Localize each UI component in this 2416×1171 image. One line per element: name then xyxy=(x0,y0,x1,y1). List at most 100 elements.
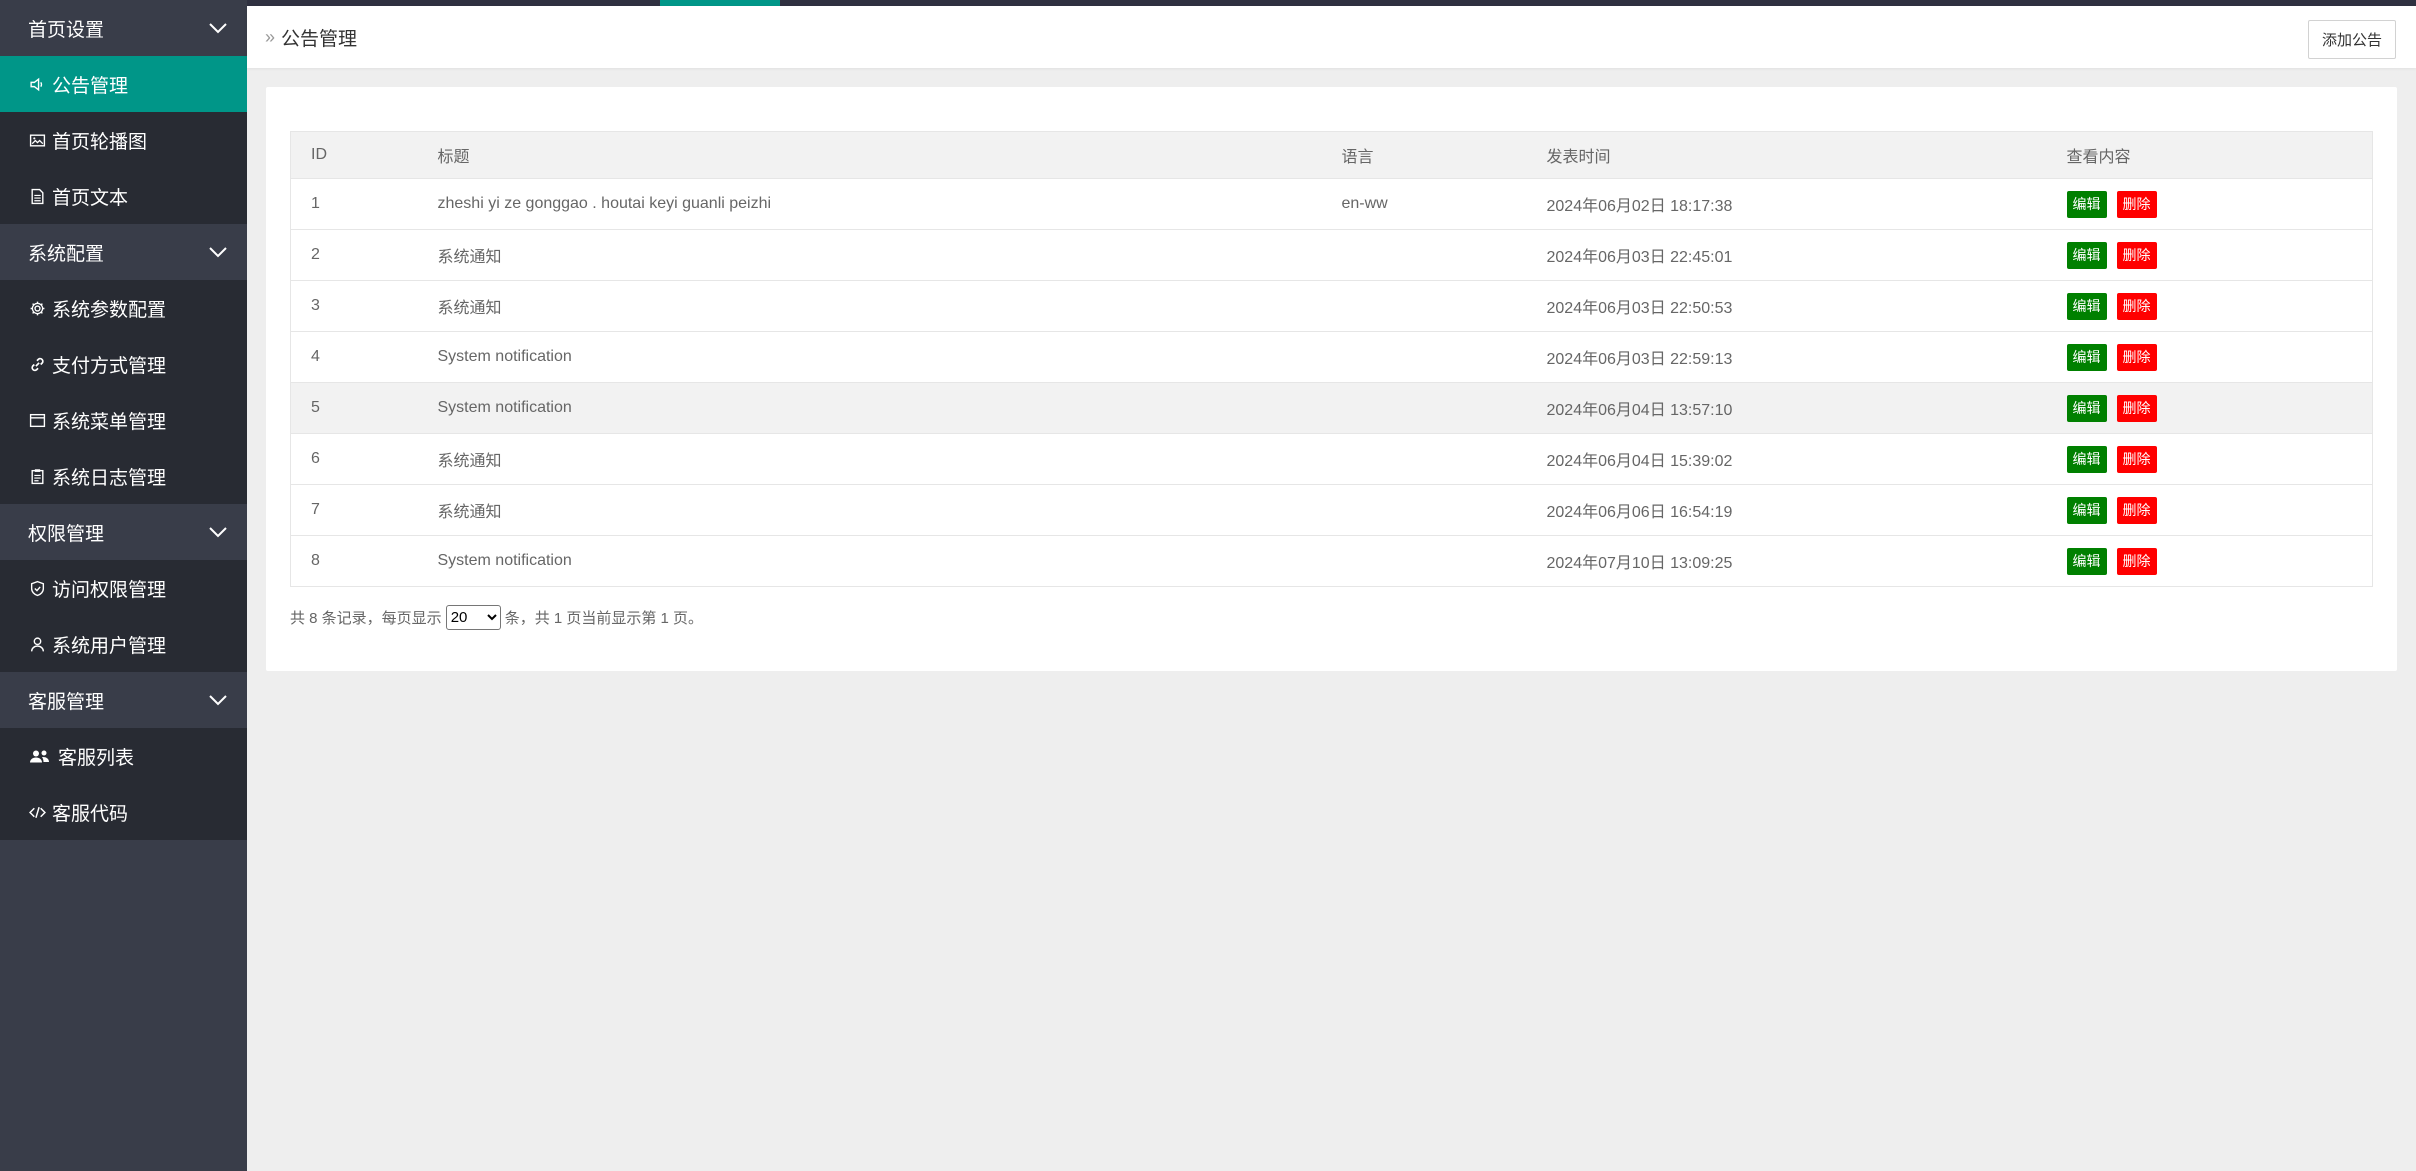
cell-title: System notification xyxy=(417,331,1322,383)
window-icon xyxy=(28,411,46,429)
cell-actions: 编辑 删除 xyxy=(2046,178,2373,230)
sidebar-item-label: 客服代码 xyxy=(52,803,129,825)
image-icon xyxy=(28,131,46,149)
cell-publish-time: 2024年06月03日 22:45:01 xyxy=(1526,229,2047,281)
delete-button[interactable]: 删除 xyxy=(2116,547,2157,575)
pagination-summary: 共 8 条记录，每页显示 xyxy=(290,610,442,627)
cell-actions: 编辑 删除 xyxy=(2046,535,2373,587)
table-row: 2 系统通知 2024年06月03日 22:45:01 编辑 删除 xyxy=(290,229,2373,281)
delete-button[interactable]: 删除 xyxy=(2116,190,2157,218)
cell-id: 7 xyxy=(290,484,418,536)
shield-icon xyxy=(28,579,46,597)
column-header-id: ID xyxy=(290,131,418,179)
cell-language xyxy=(1321,382,1527,434)
table-row: 7 系统通知 2024年06月06日 16:54:19 编辑 删除 xyxy=(290,484,2373,536)
column-header-publish-time: 发表时间 xyxy=(1526,131,2047,179)
cell-actions: 编辑 删除 xyxy=(2046,331,2373,383)
cell-id: 5 xyxy=(290,382,418,434)
pagination-info: 条，共 1 页当前显示第 1 页。 xyxy=(504,610,704,627)
edit-button[interactable]: 编辑 xyxy=(2066,190,2107,218)
sidebar-item-announcements[interactable]: 公告管理 xyxy=(0,56,247,112)
sidebar-item-system-logs[interactable]: 系统日志管理 xyxy=(0,448,247,504)
cell-title: 系统通知 xyxy=(417,484,1322,536)
delete-button[interactable]: 删除 xyxy=(2116,496,2157,524)
cell-publish-time: 2024年06月06日 16:54:19 xyxy=(1526,484,2047,536)
table-row: 5 System notification 2024年06月04日 13:57:… xyxy=(290,382,2373,434)
sidebar-item-system-users[interactable]: 系统用户管理 xyxy=(0,616,247,672)
cell-title: 系统通知 xyxy=(417,433,1322,485)
sidebar-item-label: 系统菜单管理 xyxy=(52,411,167,433)
cell-title: zheshi yi ze gonggao . houtai keyi guanl… xyxy=(417,178,1322,230)
delete-button[interactable]: 删除 xyxy=(2116,241,2157,269)
chevron-down-icon xyxy=(207,17,229,39)
sidebar-item-label: 首页轮播图 xyxy=(52,131,148,153)
double-chevron-right-icon: » xyxy=(265,26,276,47)
edit-button[interactable]: 编辑 xyxy=(2066,445,2107,473)
cell-title: 系统通知 xyxy=(417,280,1322,332)
sidebar-item-label: 公告管理 xyxy=(52,75,129,97)
sidebar-group-label: 首页设置 xyxy=(28,19,105,41)
cell-id: 4 xyxy=(290,331,418,383)
content-header: » 公告管理 添加公告 xyxy=(247,6,2416,68)
edit-button[interactable]: 编辑 xyxy=(2066,241,2107,269)
add-announcement-button[interactable]: 添加公告 xyxy=(2308,20,2396,59)
sidebar-group-label: 系统配置 xyxy=(28,243,105,265)
users-icon xyxy=(28,747,52,765)
sidebar-item-home-text[interactable]: 首页文本 xyxy=(0,168,247,224)
sidebar-item-cs-list[interactable]: 客服列表 xyxy=(0,728,247,784)
user-icon xyxy=(28,635,46,653)
sidebar-item-label: 支付方式管理 xyxy=(52,355,167,377)
table-row: 1 zheshi yi ze gonggao . houtai keyi gua… xyxy=(290,178,2373,230)
column-header-title: 标题 xyxy=(417,131,1322,179)
sidebar-item-payment-methods[interactable]: 支付方式管理 xyxy=(0,336,247,392)
sidebar-item-carousel[interactable]: 首页轮播图 xyxy=(0,112,247,168)
cell-actions: 编辑 删除 xyxy=(2046,280,2373,332)
chevron-down-icon xyxy=(207,241,229,263)
edit-button[interactable]: 编辑 xyxy=(2066,496,2107,524)
chevron-down-icon xyxy=(207,521,229,543)
edit-button[interactable]: 编辑 xyxy=(2066,292,2107,320)
sidebar-group-permissions[interactable]: 权限管理 xyxy=(0,504,247,560)
cell-publish-time: 2024年06月04日 13:57:10 xyxy=(1526,382,2047,434)
sidebar-item-access-permissions[interactable]: 访问权限管理 xyxy=(0,560,247,616)
column-header-actions: 查看内容 xyxy=(2046,131,2373,179)
page-size-select[interactable]: 20 xyxy=(445,605,501,630)
cell-language xyxy=(1321,433,1527,485)
sidebar-item-system-menu[interactable]: 系统菜单管理 xyxy=(0,392,247,448)
delete-button[interactable]: 删除 xyxy=(2116,292,2157,320)
sidebar-group-items: 系统参数配置 支付方式管理 系统菜单管理 系统日志管理 xyxy=(0,280,247,504)
announcement-card: ID 标题 语言 发表时间 查看内容 1 zheshi yi ze gongga… xyxy=(266,87,2397,671)
cell-id: 8 xyxy=(290,535,418,587)
sidebar-group-customer-service[interactable]: 客服管理 xyxy=(0,672,247,728)
cell-id: 6 xyxy=(290,433,418,485)
cell-title: 系统通知 xyxy=(417,229,1322,281)
sidebar-group-items: 访问权限管理 系统用户管理 xyxy=(0,560,247,672)
sidebar-group-system-config[interactable]: 系统配置 xyxy=(0,224,247,280)
delete-button[interactable]: 删除 xyxy=(2116,343,2157,371)
edit-button[interactable]: 编辑 xyxy=(2066,547,2107,575)
table-row: 8 System notification 2024年07月10日 13:09:… xyxy=(290,535,2373,587)
cell-id: 2 xyxy=(290,229,418,281)
cell-publish-time: 2024年06月02日 18:17:38 xyxy=(1526,178,2047,230)
cell-actions: 编辑 删除 xyxy=(2046,484,2373,536)
edit-button[interactable]: 编辑 xyxy=(2066,394,2107,422)
chevron-down-icon xyxy=(207,689,229,711)
table-row: 4 System notification 2024年06月03日 22:59:… xyxy=(290,331,2373,383)
cell-language xyxy=(1321,229,1527,281)
document-icon xyxy=(28,187,46,205)
code-icon xyxy=(28,803,46,821)
sidebar-group-homepage[interactable]: 首页设置 xyxy=(0,0,247,56)
clipboard-icon xyxy=(28,467,46,485)
edit-button[interactable]: 编辑 xyxy=(2066,343,2107,371)
cell-actions: 编辑 删除 xyxy=(2046,229,2373,281)
sidebar-item-system-params[interactable]: 系统参数配置 xyxy=(0,280,247,336)
sidebar-item-cs-code[interactable]: 客服代码 xyxy=(0,784,247,840)
gear-icon xyxy=(28,299,46,317)
cell-id: 1 xyxy=(290,178,418,230)
link-icon xyxy=(28,355,46,373)
delete-button[interactable]: 删除 xyxy=(2116,394,2157,422)
delete-button[interactable]: 删除 xyxy=(2116,445,2157,473)
sidebar-group-items: 客服列表 客服代码 xyxy=(0,728,247,840)
cell-id: 3 xyxy=(290,280,418,332)
sidebar-item-label: 首页文本 xyxy=(52,187,129,209)
